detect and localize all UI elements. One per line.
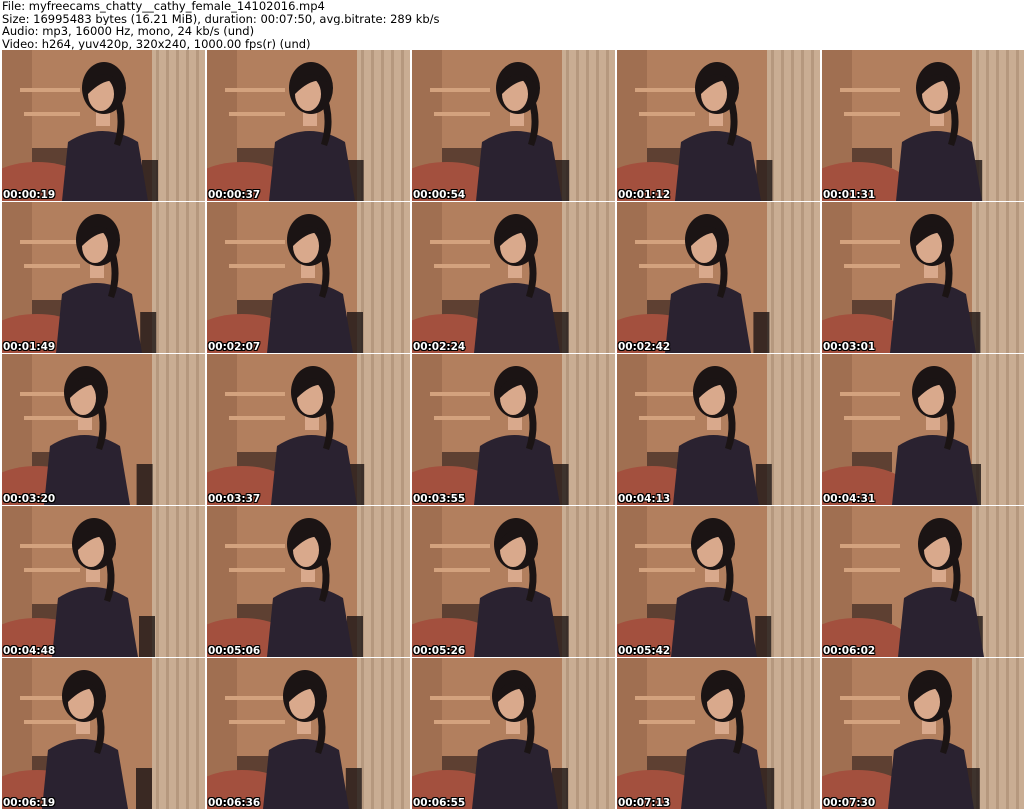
thumbnail: 00:02:24: [412, 202, 615, 353]
thumbnail-timestamp: 00:02:07: [208, 341, 261, 353]
video-info-line: Video: h264, yuv420p, 320x240, 1000.00 f…: [2, 37, 311, 50]
webcam-frame-image: [207, 202, 410, 353]
webcam-frame-image: [617, 202, 820, 353]
thumbnail: 00:00:19: [2, 50, 205, 201]
thumbnail-timestamp: 00:01:31: [823, 189, 876, 201]
thumbnail-timestamp: 00:04:31: [823, 493, 876, 505]
thumbnail: 00:03:01: [822, 202, 1024, 353]
thumbnail-timestamp: 00:01:12: [618, 189, 671, 201]
thumbnail-grid: 00:00:19 00:00:37 00:00:54 00:01:12 00:0…: [0, 50, 1024, 811]
thumbnail: 00:04:48: [2, 506, 205, 657]
thumbnail: 00:04:13: [617, 354, 820, 505]
thumbnail: 00:02:07: [207, 202, 410, 353]
webcam-frame-image: [207, 658, 410, 809]
audio-info-line: Audio: mp3, 16000 Hz, mono, 24 kb/s (und…: [2, 25, 255, 38]
thumbnail: 00:05:42: [617, 506, 820, 657]
thumbnail: 00:05:26: [412, 506, 615, 657]
webcam-frame-image: [617, 658, 820, 809]
thumbnail-timestamp: 00:00:37: [208, 189, 261, 201]
thumbnail-timestamp: 00:05:26: [413, 645, 466, 657]
webcam-frame-image: [207, 506, 410, 657]
webcam-frame-image: [2, 658, 205, 809]
thumbnail-timestamp: 00:03:01: [823, 341, 876, 353]
thumbnail-timestamp: 00:02:42: [618, 341, 671, 353]
webcam-frame-image: [617, 506, 820, 657]
thumbnail: 00:04:31: [822, 354, 1024, 505]
thumbnail-timestamp: 00:05:42: [618, 645, 671, 657]
thumbnail: 00:05:06: [207, 506, 410, 657]
thumbnail: 00:01:49: [2, 202, 205, 353]
thumbnail-timestamp: 00:01:49: [3, 341, 56, 353]
thumbnail: 00:00:37: [207, 50, 410, 201]
thumbnail-timestamp: 00:06:55: [413, 797, 466, 809]
webcam-frame-image: [822, 354, 1024, 505]
thumbnail: 00:03:37: [207, 354, 410, 505]
thumbnail-timestamp: 00:03:55: [413, 493, 466, 505]
webcam-frame-image: [207, 354, 410, 505]
video-info-header: File: myfreecams_chatty__cathy_female_14…: [2, 0, 1022, 50]
thumbnail: 00:03:55: [412, 354, 615, 505]
webcam-frame-image: [2, 354, 205, 505]
thumbnail: 00:00:54: [412, 50, 615, 201]
thumbnail-timestamp: 00:07:13: [618, 797, 671, 809]
webcam-frame-image: [412, 202, 615, 353]
thumbnail-timestamp: 00:03:37: [208, 493, 261, 505]
thumbnail: 00:03:20: [2, 354, 205, 505]
webcam-frame-image: [412, 50, 615, 201]
thumbnail-timestamp: 00:00:19: [3, 189, 56, 201]
thumbnail-timestamp: 00:06:19: [3, 797, 56, 809]
thumbnail-timestamp: 00:06:36: [208, 797, 261, 809]
webcam-frame-image: [822, 506, 1024, 657]
webcam-frame-image: [617, 354, 820, 505]
webcam-frame-image: [412, 658, 615, 809]
thumbnail-timestamp: 00:05:06: [208, 645, 261, 657]
thumbnail: 00:01:12: [617, 50, 820, 201]
webcam-frame-image: [2, 506, 205, 657]
thumbnail: 00:01:31: [822, 50, 1024, 201]
webcam-frame-image: [2, 202, 205, 353]
file-name-line: File: myfreecams_chatty__cathy_female_14…: [2, 0, 325, 13]
thumbnail: 00:06:55: [412, 658, 615, 809]
thumbnail-timestamp: 00:04:13: [618, 493, 671, 505]
thumbnail-timestamp: 00:02:24: [413, 341, 466, 353]
thumbnail: 00:07:30: [822, 658, 1024, 809]
thumbnail: 00:06:36: [207, 658, 410, 809]
thumbnail-timestamp: 00:03:20: [3, 493, 56, 505]
webcam-frame-image: [822, 50, 1024, 201]
webcam-frame-image: [2, 50, 205, 201]
webcam-frame-image: [822, 658, 1024, 809]
thumbnail: 00:07:13: [617, 658, 820, 809]
webcam-frame-image: [412, 354, 615, 505]
thumbnail: 00:06:02: [822, 506, 1024, 657]
thumbnail-timestamp: 00:04:48: [3, 645, 56, 657]
thumbnail-timestamp: 00:06:02: [823, 645, 876, 657]
webcam-frame-image: [412, 506, 615, 657]
thumbnail: 00:06:19: [2, 658, 205, 809]
thumbnail-timestamp: 00:07:30: [823, 797, 876, 809]
webcam-frame-image: [617, 50, 820, 201]
thumbnail: 00:02:42: [617, 202, 820, 353]
file-size-line: Size: 16995483 bytes (16.21 MiB), durati…: [2, 12, 440, 25]
thumbnail-timestamp: 00:00:54: [413, 189, 466, 201]
webcam-frame-image: [822, 202, 1024, 353]
webcam-frame-image: [207, 50, 410, 201]
